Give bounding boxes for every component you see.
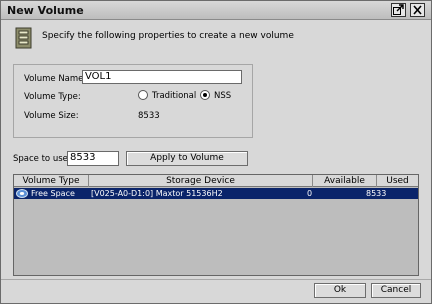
cell-storage-device: [V025-A0-D1:0] Maxtor 51536H2 (91, 189, 223, 198)
cancel-button[interactable]: Cancel (371, 283, 421, 298)
volume-properties-group: Volume Name: VOL1 Volume Type: Tradition… (13, 64, 253, 138)
volume-name-label: Volume Name: (24, 74, 87, 84)
space-to-use-input[interactable]: 8533 (67, 151, 119, 166)
column-available[interactable]: Available (313, 175, 377, 187)
volume-icon (15, 27, 33, 49)
column-volume-type[interactable]: Volume Type (14, 175, 89, 187)
cell-volume-type: Free Space (31, 189, 75, 198)
column-used[interactable]: Used (377, 175, 418, 187)
cell-used: 8533 (366, 189, 387, 198)
maximize-icon[interactable] (391, 3, 406, 17)
traditional-label: Traditional (152, 91, 197, 101)
free-space-icon (16, 189, 28, 198)
close-icon[interactable] (410, 3, 425, 17)
window-title: New Volume (7, 4, 84, 17)
title-bar[interactable]: New Volume (1, 1, 431, 20)
column-storage-device[interactable]: Storage Device (89, 175, 313, 187)
ok-button[interactable]: Ok (314, 283, 366, 298)
volume-size-label: Volume Size: (24, 111, 79, 121)
new-volume-dialog: New Volume Specify the following propert… (0, 0, 432, 304)
table-header: Volume Type Storage Device Available Use… (14, 175, 418, 187)
space-to-use-label: Space to use: (13, 154, 71, 164)
volume-name-input[interactable]: VOL1 (82, 70, 242, 84)
nss-label: NSS (214, 91, 232, 101)
nss-radio[interactable] (200, 90, 210, 100)
apply-to-volume-button[interactable]: Apply to Volume (126, 151, 248, 166)
volume-size-value: 8533 (138, 111, 160, 121)
cell-available: 0 (307, 189, 313, 198)
header-description: Specify the following properties to crea… (42, 31, 294, 41)
footer-divider (1, 279, 431, 280)
table-row[interactable]: Free Space [V025-A0-D1:0] Maxtor 51536H2… (14, 188, 418, 199)
dialog-header: Specify the following properties to crea… (15, 27, 415, 57)
volume-type-label: Volume Type: (24, 92, 81, 102)
storage-table: Volume Type Storage Device Available Use… (13, 174, 419, 276)
traditional-radio[interactable] (138, 90, 148, 100)
